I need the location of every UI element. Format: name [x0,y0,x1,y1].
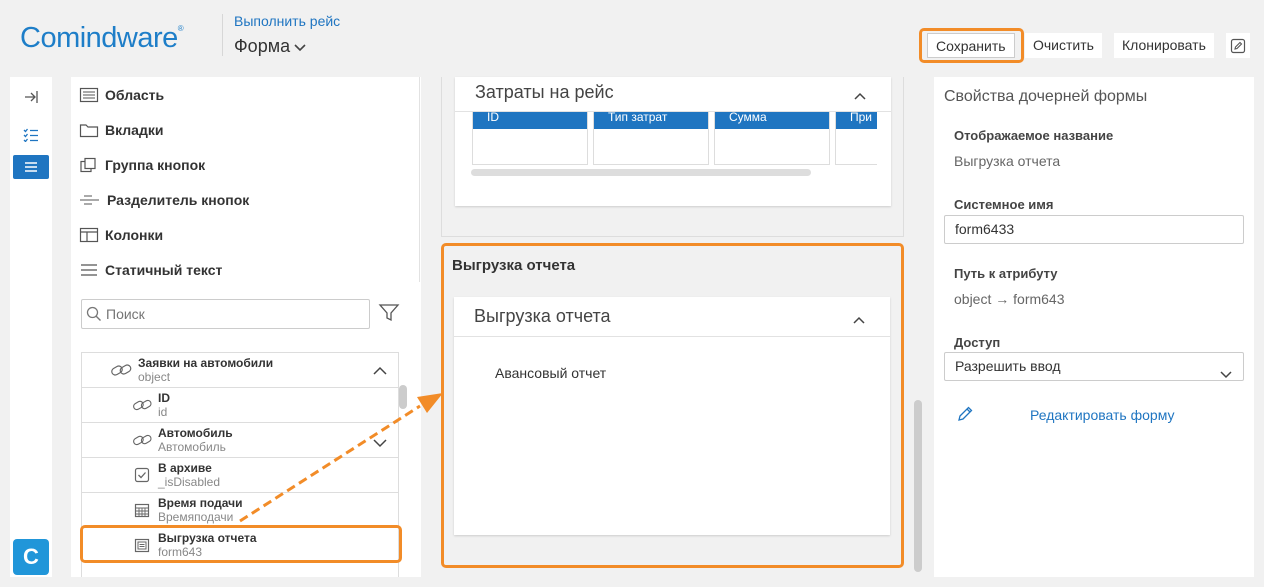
tree-row[interactable]: В архиве _isDisabled [82,458,398,493]
tree-row[interactable]: Время подачи Времяподачи [82,493,398,528]
pencil-icon[interactable] [956,405,974,428]
access-select-value: Разрешить ввод [955,358,1061,374]
costs-card[interactable]: Затраты на рейс ID Тип затрат Сумма При [455,77,891,206]
comindware-logo: Comindware® [20,22,184,54]
app-logo-icon[interactable]: C [13,539,49,575]
separator-icon [80,195,99,205]
tree-item-highlight [80,525,402,563]
checklist-icon[interactable] [13,123,49,147]
palette-item-button-separator[interactable]: Разделитель кнопок [79,189,249,211]
form-title-label: Форма [234,36,291,56]
section-highlight [441,243,904,568]
chevron-down-icon [1219,362,1233,389]
tree-scrollbar[interactable] [399,385,407,409]
system-name-label: Системное имя [954,197,1054,212]
list-icon[interactable] [13,155,49,179]
text-lines-icon [81,264,97,276]
chevron-up-icon[interactable] [853,88,867,106]
grid-column[interactable]: При [835,112,877,165]
area-icon [79,87,99,103]
filter-icon[interactable] [378,303,400,328]
access-label: Доступ [954,335,1001,350]
search-icon [86,306,101,321]
palette-item-columns[interactable]: Колонки [79,224,163,246]
components-palette: Область Вкладки Группа кнопок Разделител… [71,77,421,577]
properties-title: Свойства дочерней формы [944,88,1148,105]
palette-divider [419,77,420,282]
left-rail: C [10,77,52,577]
collapse-icon[interactable] [13,85,49,109]
display-name-label: Отображаемое название [954,128,1114,143]
display-name-value: Выгрузка отчета [954,153,1061,169]
link-icon [110,362,134,383]
grid-scrollbar[interactable] [471,169,811,176]
chevron-up-icon[interactable] [372,363,388,381]
attribute-path-label: Путь к атрибуту [954,266,1058,281]
palette-item-area[interactable]: Область [79,84,164,106]
search-box[interactable] [81,299,370,329]
link-icon [132,432,154,453]
canvas-scrollbar[interactable] [914,400,922,572]
grid-column[interactable]: Сумма [714,112,830,165]
tree-row[interactable]: Заявки на автомобили object [82,353,398,388]
costs-card-title: Затраты на рейс [475,82,614,102]
tree-row[interactable]: ID id [82,388,398,423]
chevron-down-icon[interactable] [372,435,388,453]
palette-item-button-group[interactable]: Группа кнопок [79,154,205,176]
header-divider [222,14,223,56]
chevron-down-icon [293,37,307,58]
palette-item-static-text[interactable]: Статичный текст [79,259,222,281]
button-group-icon [80,157,96,173]
tree-row[interactable]: Автомобиль Автомобиль [82,423,398,458]
checkbox-icon [134,467,150,488]
clone-button[interactable]: Клонировать [1114,33,1214,58]
system-name-field[interactable]: form6433 [944,215,1244,244]
clear-button[interactable]: Очистить [1025,33,1102,58]
properties-panel: Свойства дочерней формы Отображаемое наз… [934,77,1254,577]
palette-item-tabs[interactable]: Вкладки [79,119,163,141]
breadcrumb-link[interactable]: Выполнить рейс [234,13,340,29]
calendar-icon [134,502,150,523]
access-select[interactable]: Разрешить ввод [944,352,1244,381]
search-input[interactable] [104,305,354,323]
save-highlight [919,28,1024,63]
grid-column[interactable]: Тип затрат [593,112,709,165]
section-frame: Затраты на рейс ID Тип затрат Сумма При [441,77,904,237]
edit-form-link[interactable]: Редактировать форму [1030,407,1174,423]
form-title-dropdown[interactable]: Форма [234,36,307,58]
columns-icon [79,227,99,243]
folder-icon [79,124,99,138]
attribute-path-value: object → form643 [954,291,1065,307]
link-icon [132,397,154,418]
grid-column[interactable]: ID [472,112,588,165]
edit-icon[interactable] [1226,33,1250,58]
